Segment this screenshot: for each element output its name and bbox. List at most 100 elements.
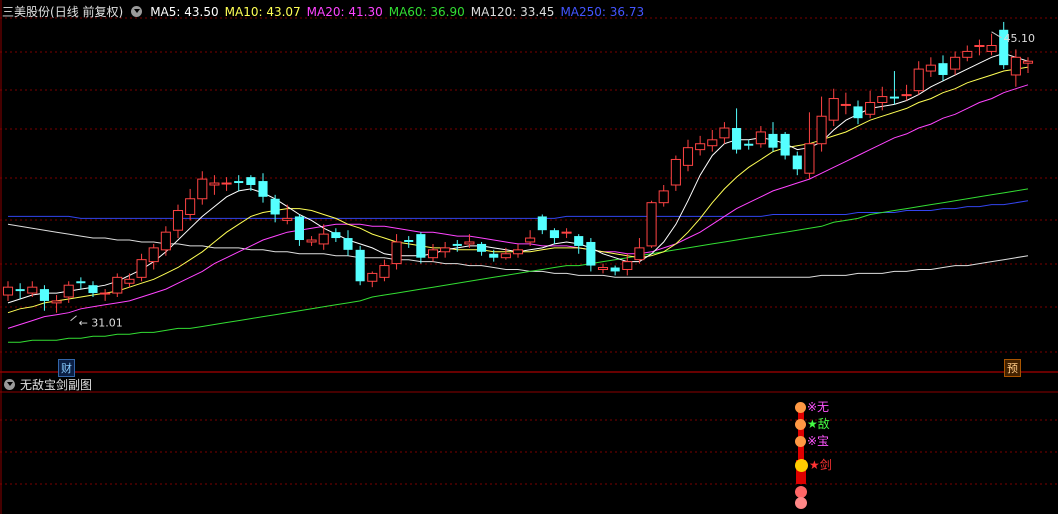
candle-body-up xyxy=(682,147,694,166)
earnings-marker[interactable]: 财 xyxy=(58,359,75,377)
candle-body-down xyxy=(331,232,341,239)
candle-body-down xyxy=(343,238,353,250)
chevron-down-icon[interactable] xyxy=(4,379,15,390)
candle-body-up xyxy=(1022,60,1034,64)
ma10-label: MA10: 43.07 xyxy=(224,4,301,19)
face-icon xyxy=(795,419,806,430)
candle-body-up xyxy=(828,98,839,121)
candle-body-up xyxy=(427,249,439,259)
candle-body-up xyxy=(840,103,851,106)
candle-body-down xyxy=(404,240,414,242)
candle-body-down xyxy=(355,249,365,282)
candle-body-up xyxy=(962,50,973,58)
candle-body-up xyxy=(27,286,38,294)
candle-body-up xyxy=(136,259,147,278)
stock-title[interactable]: 三美股份(日线 前复权) xyxy=(2,3,123,20)
candle-body-up xyxy=(391,241,402,265)
candle-body-up xyxy=(2,286,14,296)
candle-body-down xyxy=(780,133,790,156)
low-label: ← 31.01 xyxy=(79,317,123,330)
candle-body-down xyxy=(549,230,559,239)
candle-body-up xyxy=(306,239,317,243)
ma60-line xyxy=(8,188,1029,343)
ma5-label: MA5: 43.50 xyxy=(150,4,219,19)
candle-body-down xyxy=(39,289,49,301)
chevron-down-icon[interactable] xyxy=(131,6,143,17)
candle-body-down xyxy=(270,198,280,215)
candle-body-up xyxy=(986,45,997,52)
stock-name: 三美股份 xyxy=(2,5,51,19)
candle-body-up xyxy=(901,94,912,97)
candle-body-down xyxy=(452,243,462,246)
candle-body-down xyxy=(489,253,499,258)
candle-body-up xyxy=(440,247,451,253)
kline-chart[interactable]: 45.10 ← 31.01 xyxy=(0,0,1058,514)
candle-body-down xyxy=(853,106,863,119)
candle-body-up xyxy=(512,249,524,255)
candle-body-up xyxy=(865,101,876,115)
signal-jian: ★剑 xyxy=(795,456,832,473)
candle-body-down xyxy=(574,236,584,246)
candle-body-up xyxy=(318,233,329,245)
signal-wu-text: ※无 xyxy=(807,400,830,414)
candle-body-up xyxy=(634,247,645,261)
ma60-label: MA60: 36.90 xyxy=(388,4,465,19)
candle-body-up xyxy=(282,217,293,221)
candle-body-down xyxy=(610,267,620,272)
candle-body-down xyxy=(732,128,742,150)
ma20-label: MA20: 41.30 xyxy=(306,4,383,19)
candle-body-down xyxy=(586,241,596,266)
candle-body-up xyxy=(913,68,924,92)
ma250-label: MA250: 36.73 xyxy=(560,4,645,19)
forecast-marker[interactable]: 预 xyxy=(1004,359,1021,377)
candle-body-down xyxy=(938,63,948,75)
candle-body-up xyxy=(209,182,220,186)
candle-body-down xyxy=(537,216,547,231)
candle-body-up xyxy=(63,284,74,298)
candle-body-up xyxy=(597,267,609,270)
candle-body-down xyxy=(76,281,86,284)
candle-body-up xyxy=(160,231,171,251)
high-label: 45.10 xyxy=(1004,32,1036,45)
candle-body-up xyxy=(148,247,159,263)
candle-body-up xyxy=(670,158,681,186)
candle-body-up xyxy=(925,64,936,72)
candle-body-up xyxy=(464,241,475,245)
ma120-label: MA120: 33.45 xyxy=(470,4,555,19)
subpanel-header[interactable]: 无敌宝剑副图 xyxy=(2,376,92,393)
candle-body-up xyxy=(500,253,511,259)
candle-body-up xyxy=(622,261,633,270)
candle-body-up xyxy=(719,127,730,139)
subpanel-title: 无敌宝剑副图 xyxy=(20,378,93,392)
candle-body-up xyxy=(755,131,766,145)
candle-body-up xyxy=(112,276,123,294)
candle-body-up xyxy=(877,96,888,103)
signal-bao-text: ※宝 xyxy=(807,434,830,448)
candle-body-up xyxy=(1010,56,1021,76)
candle-body-up xyxy=(646,202,657,247)
face-icon xyxy=(795,459,808,472)
candle-body-down xyxy=(88,285,98,294)
sword-ball-icon xyxy=(795,497,807,509)
candle-body-up xyxy=(816,115,827,145)
candle-body-down xyxy=(294,216,304,241)
candle-body-up xyxy=(804,143,815,174)
candle-body-up xyxy=(124,278,135,284)
candle-body-up xyxy=(695,143,706,151)
signal-bao: ※宝 xyxy=(795,432,829,449)
candle-body-up xyxy=(367,272,378,282)
candle-body-down xyxy=(768,133,778,148)
signal-di: ★敌 xyxy=(795,415,830,432)
candle-body-down xyxy=(246,177,256,185)
face-icon xyxy=(795,402,806,413)
chart-header: 三美股份(日线 前复权) MA5: 43.50 MA10: 43.07 MA20… xyxy=(2,3,644,20)
signal-jian-text: ★剑 xyxy=(809,458,832,472)
candle-body-up xyxy=(51,300,62,304)
candle-body-down xyxy=(416,234,426,258)
candle-body-down xyxy=(234,181,244,184)
signal-wu: ※无 xyxy=(795,398,829,415)
candle-body-up xyxy=(172,210,184,231)
candle-body-up xyxy=(197,178,208,200)
candle-body-down xyxy=(15,289,25,292)
candle-body-up xyxy=(707,139,718,147)
